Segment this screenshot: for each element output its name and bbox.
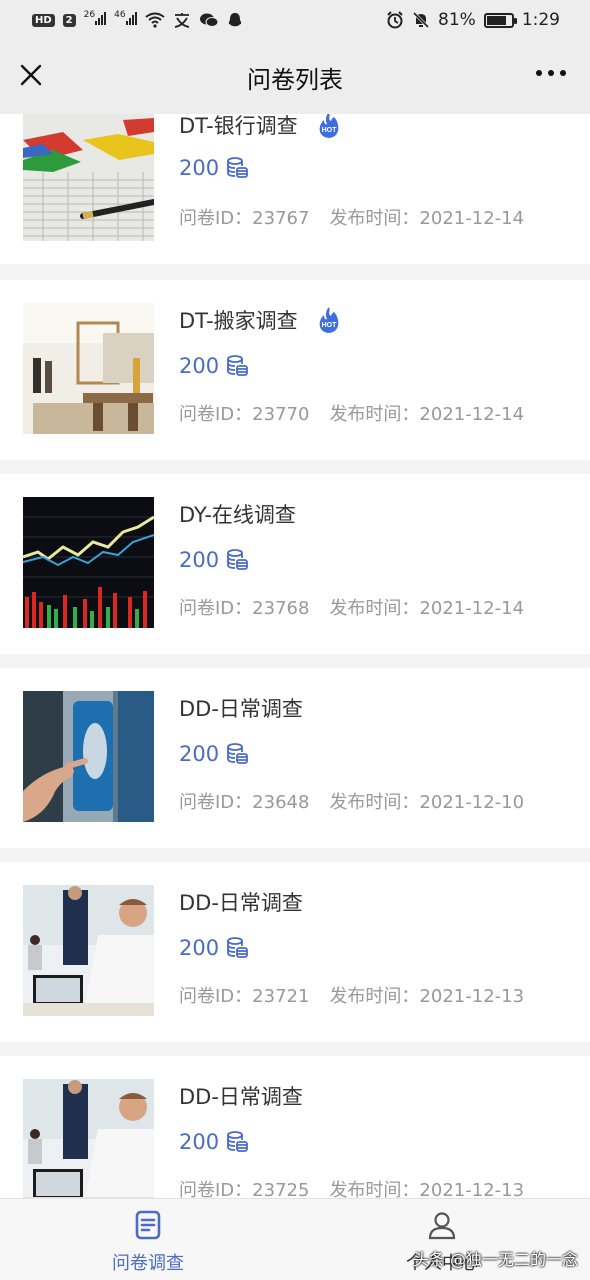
survey-id: 问卷ID：23767 [179, 208, 310, 229]
coin-stack-icon [227, 157, 248, 178]
coin-stack-icon [227, 549, 248, 570]
survey-thumbnail [23, 303, 154, 434]
reward: 200 [179, 156, 249, 180]
sim-badge: 2 [62, 13, 76, 27]
survey-title: DT-银行调查 [179, 114, 298, 138]
survey-thumbnail [23, 497, 154, 628]
survey-card[interactable]: DY-在线调查 200 问卷ID：23768 发布时间：2021-12-14 [0, 474, 590, 654]
survey-list: DT-银行调查 HOT 200 问卷ID：23767 发布时间：2021-12-… [0, 114, 590, 1198]
qq-icon [228, 12, 241, 26]
wifi-icon [144, 12, 165, 28]
survey-thumbnail [23, 691, 154, 822]
survey-card[interactable]: DD-日常调查 200 问卷ID：23648 发布时间：2021-12-10 [0, 668, 590, 848]
user-icon [428, 1212, 456, 1240]
publish-date: 发布时间：2021-12-10 [329, 792, 525, 813]
survey-id: 问卷ID：23721 [179, 986, 310, 1007]
survey-meta: 问卷ID：23721 发布时间：2021-12-13 [179, 982, 524, 1008]
nav-bar: 问卷列表 [0, 40, 590, 114]
status-bar: HD 2 26 46 81% 1:29 [0, 0, 590, 40]
survey-id: 问卷ID：23770 [179, 404, 310, 425]
reward-value: 200 [179, 1130, 220, 1154]
survey-meta: 问卷ID：23768 发布时间：2021-12-14 [179, 594, 524, 620]
alarm-icon [387, 11, 403, 29]
watermark: 头条 @独一无二的一念 [412, 1250, 578, 1269]
battery-percent: 81% [438, 10, 476, 30]
coin-stack-icon [227, 937, 248, 958]
survey-title: DD-日常调查 [179, 891, 303, 915]
bottom-tab-bar: 问卷调查 个人中心 头条 @独一无二的一念 [0, 1198, 590, 1280]
reward-value: 200 [179, 354, 220, 378]
reward-value: 200 [179, 156, 220, 180]
survey-card[interactable]: DD-日常调查 200 问卷ID：23725 发布时间：2021-12-13 [0, 1056, 590, 1198]
publish-date: 发布时间：2021-12-13 [329, 1180, 525, 1198]
reward: 200 [179, 548, 249, 572]
survey-id: 问卷ID：23725 [179, 1180, 310, 1198]
survey-title: DD-日常调查 [179, 697, 303, 721]
svg-text:HOT: HOT [321, 127, 337, 134]
page-title: 问卷列表 [247, 65, 343, 94]
publish-date: 发布时间：2021-12-14 [329, 598, 525, 619]
reward: 200 [179, 936, 249, 960]
reward-value: 200 [179, 742, 220, 766]
survey-meta: 问卷ID：23767 发布时间：2021-12-14 [179, 204, 524, 230]
coin-stack-icon [227, 743, 248, 764]
survey-card[interactable]: DT-银行调查 HOT 200 问卷ID：23767 发布时间：2021-12-… [0, 114, 590, 264]
status-left: HD 2 26 46 [32, 10, 243, 30]
coin-stack-icon [227, 355, 248, 376]
translate-icon [174, 13, 189, 28]
clock: 1:29 [521, 10, 560, 30]
survey-meta: 问卷ID：23648 发布时间：2021-12-10 [179, 788, 524, 814]
survey-meta: 问卷ID：23725 发布时间：2021-12-13 [179, 1176, 524, 1198]
survey-id: 问卷ID：23768 [179, 598, 310, 619]
signal-2: 46 [114, 10, 137, 30]
hot-badge-icon: HOT [319, 114, 338, 138]
more-icon[interactable] [536, 70, 566, 76]
survey-card[interactable]: DD-日常调查 200 问卷ID：23721 发布时间：2021-12-13 [0, 862, 590, 1042]
tab-survey[interactable]: 问卷调查 [73, 1199, 223, 1280]
survey-title: DT-搬家调查 [179, 309, 298, 333]
survey-card[interactable]: DT-搬家调查 HOT 200 问卷ID：23770 发布时间：2021-12-… [0, 280, 590, 460]
status-right: 81% 1:29 [386, 10, 560, 30]
reward: 200 [179, 742, 249, 766]
coin-stack-icon [227, 1131, 248, 1152]
survey-title: DY-在线调查 [179, 503, 296, 527]
wechat-icon [199, 13, 219, 27]
survey-thumbnail [23, 885, 154, 1016]
survey-id: 问卷ID：23648 [179, 792, 310, 813]
publish-date: 发布时间：2021-12-14 [329, 404, 525, 425]
signal-1: 26 [84, 10, 107, 30]
hot-badge-icon: HOT [319, 307, 338, 333]
reward: 200 [179, 1130, 249, 1154]
survey-title: DD-日常调查 [179, 1085, 303, 1109]
reward-value: 200 [179, 936, 220, 960]
survey-thumbnail [23, 114, 154, 241]
publish-date: 发布时间：2021-12-13 [329, 986, 525, 1007]
survey-meta: 问卷ID：23770 发布时间：2021-12-14 [179, 400, 524, 426]
document-icon [135, 1210, 161, 1240]
publish-date: 发布时间：2021-12-14 [329, 208, 525, 229]
tab-label: 问卷调查 [112, 1253, 184, 1274]
reward: 200 [179, 354, 249, 378]
close-icon[interactable] [16, 60, 46, 90]
reward-value: 200 [179, 548, 220, 572]
battery-icon [483, 12, 517, 28]
mute-bell-icon [412, 11, 430, 29]
hd-badge: HD [32, 13, 55, 27]
svg-text:HOT: HOT [321, 322, 337, 329]
survey-thumbnail [23, 1079, 154, 1198]
